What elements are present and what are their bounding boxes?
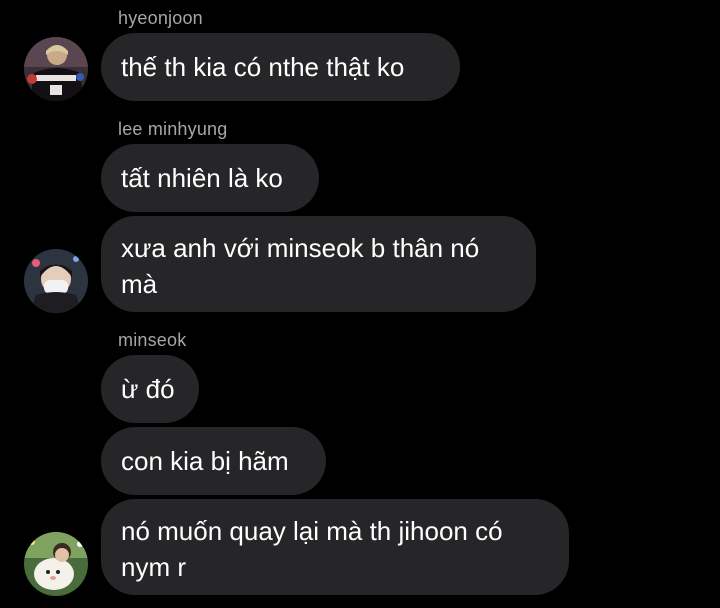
avatar-hyeonjoon[interactable] [24, 37, 88, 101]
message-bubble[interactable]: con kia bị hãm [101, 427, 326, 495]
avatar-lee-minhyung[interactable] [24, 249, 88, 313]
avatar-minseok[interactable] [24, 532, 88, 596]
message-text: tất nhiên là ko [121, 163, 283, 193]
sender-name-lee-minhyung: lee minhyung [118, 119, 228, 139]
message-text: con kia bị hãm [121, 446, 289, 476]
user-avatar-icon [24, 249, 88, 313]
message-bubble[interactable]: nó muốn quay lại mà th jihoon có nym r [101, 499, 569, 595]
message-bubble[interactable]: tất nhiên là ko [101, 144, 319, 212]
message-bubble[interactable]: xưa anh với minseok b thân nó mà [101, 216, 536, 312]
sender-name-hyeonjoon: hyeonjoon [118, 8, 203, 28]
chat-thread[interactable]: hyeonjoon thế th kia có nthe thật ko lee… [0, 0, 720, 608]
message-bubble[interactable]: thế th kia có nthe thật ko [101, 33, 460, 101]
message-text: xưa anh với minseok b thân nó mà [121, 233, 480, 299]
message-text: thế th kia có nthe thật ko [121, 52, 405, 82]
message-text: nó muốn quay lại mà th jihoon có nym r [121, 516, 503, 582]
sender-name-minseok: minseok [118, 330, 187, 350]
message-text: ừ đó [121, 374, 175, 404]
message-bubble[interactable]: ừ đó [101, 355, 199, 423]
user-avatar-icon [24, 532, 88, 596]
user-avatar-icon [24, 37, 88, 101]
